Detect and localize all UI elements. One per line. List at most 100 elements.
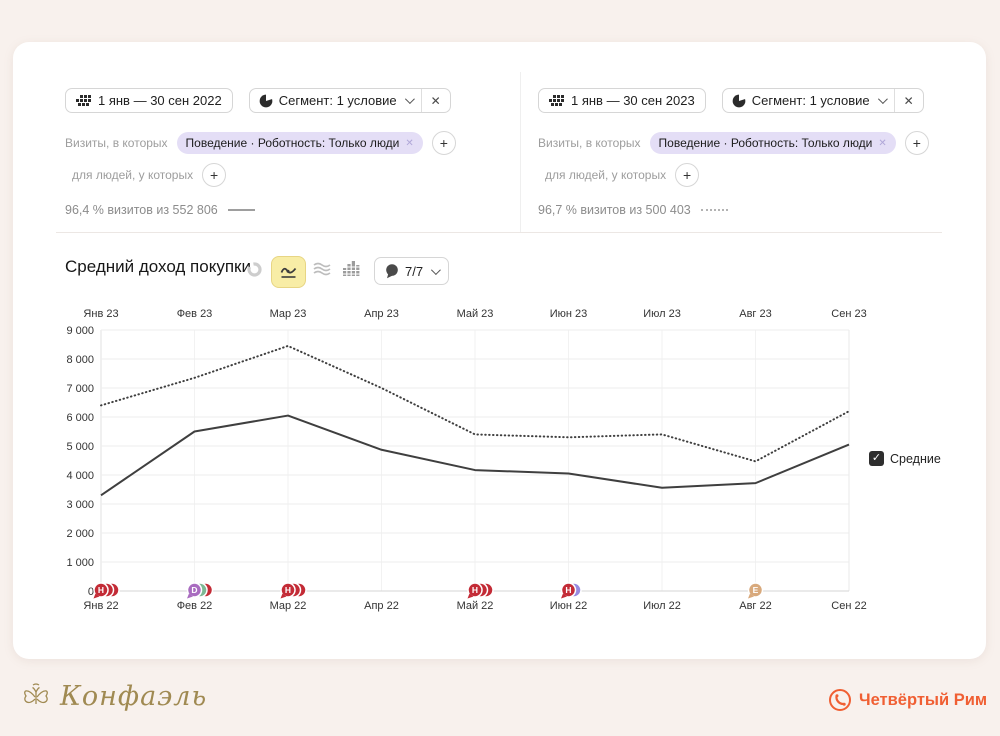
condition-chip-label: Поведение · Роботность: Только люди — [186, 136, 400, 150]
svg-text:6 000: 6 000 — [66, 412, 94, 424]
segment-button-2022[interactable]: Сегмент: 1 условие — [250, 89, 421, 112]
date-range-button-2022[interactable]: 1 янв — 30 сен 2022 — [65, 88, 233, 113]
pie-chart-view-button[interactable] — [246, 261, 263, 283]
add-people-condition-button[interactable]: + — [202, 163, 226, 187]
annotation-marker[interactable]: Н — [281, 583, 307, 599]
comment-bubble-icon — [385, 264, 399, 279]
brand-fourth-rome: Четвёртый Рим — [828, 688, 987, 712]
segment-splitbutton-2023: Сегмент: 1 условие ✕ — [722, 88, 924, 113]
add-visit-condition-button[interactable]: + — [432, 131, 456, 155]
brand-konfael-name: Конфаэль — [60, 681, 207, 712]
svg-text:5 000: 5 000 — [66, 441, 94, 453]
calendar-grid-icon — [76, 94, 91, 108]
svg-text:Сен 22: Сен 22 — [831, 600, 866, 612]
svg-text:Мар 23: Мар 23 — [270, 308, 307, 320]
line-chart-view-button[interactable] — [271, 256, 306, 288]
donut-chart-icon — [246, 261, 263, 278]
svg-text:D: D — [191, 585, 197, 595]
calendar-grid-icon — [549, 94, 564, 108]
series-line-sample-dotted — [701, 209, 728, 211]
svg-text:Май 23: Май 23 — [457, 308, 494, 320]
svg-text:9 000: 9 000 — [66, 325, 94, 337]
visits-condition-label: Визиты, в которых — [65, 136, 168, 150]
annotations-dropdown-button[interactable]: 7/7 — [374, 257, 449, 285]
brand-konfael: Конфаэль — [20, 680, 207, 712]
svg-text:Янв 23: Янв 23 — [83, 308, 118, 320]
date-range-button-2023[interactable]: 1 янв — 30 сен 2023 — [538, 88, 706, 113]
chevron-down-icon — [431, 265, 441, 275]
svg-text:2 000: 2 000 — [66, 528, 94, 540]
segment-label: Сегмент: 1 условие — [752, 93, 870, 108]
svg-text:Апр 22: Апр 22 — [364, 600, 399, 612]
line-chart-icon — [280, 264, 297, 280]
legend-label: Средние — [890, 452, 941, 466]
revenue-comparison-chart: 0 1 000 2 000 3 000 4 000 5 000 6 000 7 000 8 00… — [55, 300, 945, 620]
condition-chip-robotness[interactable]: Поведение · Роботность: Только люди ✕ — [650, 132, 896, 154]
segment-pie-icon — [732, 94, 746, 108]
annotation-marker[interactable]: Е — [748, 583, 763, 599]
brand-fourth-rome-name: Четвёртый Рим — [859, 691, 987, 710]
svg-text:Н: Н — [285, 585, 291, 595]
add-visit-condition-button[interactable]: + — [905, 131, 929, 155]
segment-splitbutton-2022: Сегмент: 1 условие ✕ — [249, 88, 451, 113]
chart-title: Средний доход покупки — [65, 257, 251, 277]
svg-text:Июн 23: Июн 23 — [550, 308, 588, 320]
svg-text:Июл 23: Июл 23 — [643, 308, 681, 320]
svg-text:Авг 22: Авг 22 — [739, 600, 771, 612]
phone-circle-logo-icon — [828, 688, 852, 712]
segment-button-2023[interactable]: Сегмент: 1 условие — [723, 89, 894, 112]
svg-text:Май 22: Май 22 — [457, 600, 494, 612]
area-chart-view-button[interactable] — [312, 261, 332, 282]
svg-text:Н: Н — [565, 585, 571, 595]
column-chart-view-button[interactable] — [342, 260, 360, 282]
condition-chip-robotness[interactable]: Поведение · Роботность: Только люди ✕ — [177, 132, 423, 154]
people-condition-label: для людей, у которых — [72, 168, 193, 182]
annotation-marker[interactable]: Н — [561, 583, 581, 599]
svg-text:Сен 23: Сен 23 — [831, 308, 866, 320]
svg-text:0: 0 — [88, 586, 94, 598]
people-condition-label: для людей, у которых — [545, 168, 666, 182]
svg-text:Июл 22: Июл 22 — [643, 600, 681, 612]
panel-divider — [520, 72, 521, 232]
column-chart-icon — [342, 260, 360, 277]
annotation-marker[interactable]: Н — [468, 583, 494, 599]
annotation-marker[interactable]: Н — [94, 583, 120, 599]
annotations-counter: 7/7 — [405, 264, 423, 279]
segment-remove-button-2023[interactable]: ✕ — [894, 89, 923, 112]
svg-text:1 000: 1 000 — [66, 557, 94, 569]
segment-label: Сегмент: 1 условие — [279, 93, 397, 108]
segment-remove-button-2022[interactable]: ✕ — [421, 89, 450, 112]
svg-text:7 000: 7 000 — [66, 383, 94, 395]
svg-text:Авг 23: Авг 23 — [739, 308, 771, 320]
dashboard-card: 1 янв — 30 сен 2022 Сегмент: 1 условие ✕… — [13, 42, 986, 659]
checkbox-checked-icon[interactable]: ✓ — [869, 451, 884, 466]
visits-stats-text: 96,4 % визитов из 552 806 — [65, 203, 218, 217]
svg-text:3 000: 3 000 — [66, 499, 94, 511]
visits-condition-label: Визиты, в которых — [538, 136, 641, 150]
segment-pie-icon — [259, 94, 273, 108]
chip-close-icon[interactable]: ✕ — [878, 138, 886, 149]
date-range-label: 1 янв — 30 сен 2023 — [571, 93, 695, 108]
stacked-area-icon — [312, 261, 332, 277]
chevron-down-icon — [878, 94, 888, 104]
svg-text:Фев 22: Фев 22 — [177, 600, 213, 612]
section-divider — [56, 232, 942, 233]
chip-close-icon[interactable]: ✕ — [405, 138, 413, 149]
date-range-label: 1 янв — 30 сен 2022 — [98, 93, 222, 108]
legend-average-toggle[interactable]: ✓ Средние — [869, 451, 941, 466]
svg-text:8 000: 8 000 — [66, 354, 94, 366]
visits-stats-text: 96,7 % визитов из 500 403 — [538, 203, 691, 217]
condition-chip-label: Поведение · Роботность: Только люди — [659, 136, 873, 150]
annotation-marker[interactable]: D — [187, 583, 213, 599]
svg-text:Фев 23: Фев 23 — [177, 308, 213, 320]
svg-text:4 000: 4 000 — [66, 470, 94, 482]
svg-text:Н: Н — [98, 585, 104, 595]
chevron-down-icon — [405, 94, 415, 104]
svg-text:Е: Е — [753, 585, 759, 595]
butterfly-logo-icon — [20, 680, 52, 712]
svg-text:Н: Н — [472, 585, 478, 595]
add-people-condition-button[interactable]: + — [675, 163, 699, 187]
svg-text:Янв 22: Янв 22 — [83, 600, 118, 612]
svg-text:Мар 22: Мар 22 — [270, 600, 307, 612]
svg-text:Июн 22: Июн 22 — [550, 600, 588, 612]
